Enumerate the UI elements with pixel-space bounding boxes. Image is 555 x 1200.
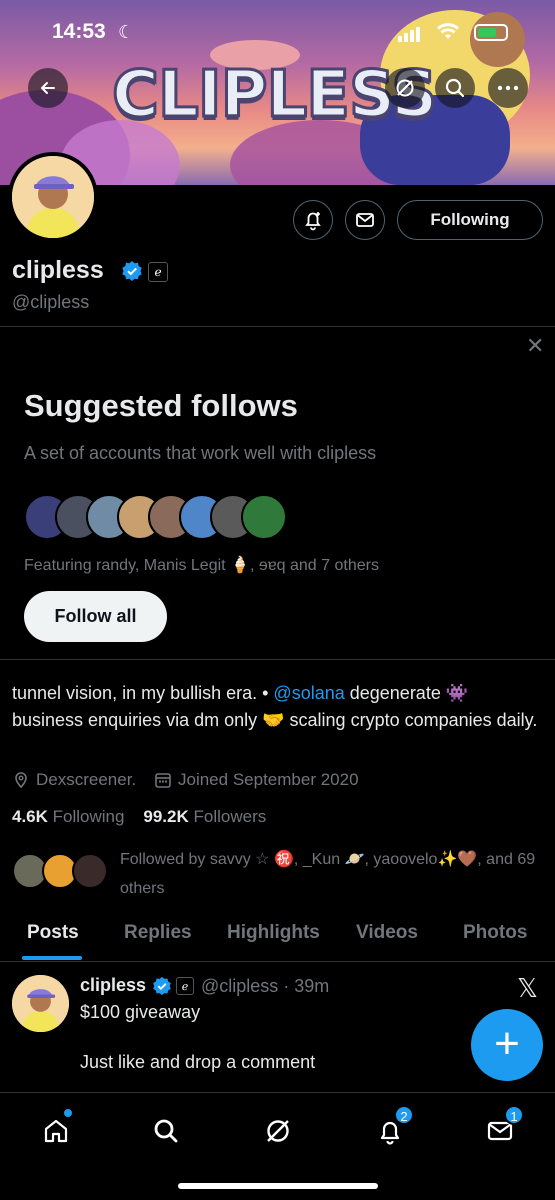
bell-plus-icon <box>305 212 321 231</box>
ellipsis-icon <box>497 85 519 91</box>
profile-handle: @clipless <box>12 292 90 312</box>
bio-text: tunnel vision, in my bullish era. • <box>12 683 274 703</box>
tab-photos[interactable]: Photos <box>463 922 527 944</box>
verified-badge-icon <box>121 260 143 287</box>
home-indicator <box>178 1183 378 1189</box>
nav-messages[interactable]: 1 <box>480 1105 524 1151</box>
home-unread-dot <box>63 1108 73 1118</box>
suggested-avatar <box>241 494 287 540</box>
arrow-left-icon <box>41 82 55 94</box>
divider <box>0 326 555 327</box>
active-tab-indicator <box>22 956 82 960</box>
nav-search[interactable] <box>146 1111 186 1151</box>
status-bar: 14:53 ☾ <box>0 0 555 60</box>
follow-all-button[interactable]: Follow all <box>24 591 167 642</box>
message-button[interactable] <box>345 200 385 240</box>
messages-badge: 1 <box>504 1105 524 1125</box>
divider <box>0 961 555 962</box>
tab-highlights[interactable]: Highlights <box>227 922 320 944</box>
location-pin-icon <box>15 772 27 789</box>
avatar <box>72 853 108 889</box>
profile-location: Dexscreener. <box>12 770 136 790</box>
affiliate-badge-icon[interactable]: ℯ <box>148 262 168 282</box>
profile-avatar[interactable] <box>8 152 98 242</box>
followed-by-text[interactable]: Followed by savvy ☆ ㊗️, _Kun 🪐, yaoovelo… <box>120 845 540 903</box>
nav-grok[interactable] <box>258 1111 298 1151</box>
nav-notifications[interactable]: 2 <box>370 1105 414 1151</box>
x-logo-icon: 𝕏 <box>517 974 538 1004</box>
calendar-icon <box>155 773 171 788</box>
following-label: Following <box>52 807 125 826</box>
notify-toggle-button[interactable] <box>293 200 333 240</box>
joined-text: Joined September 2020 <box>178 770 359 789</box>
post-meta: @clipless · 39m <box>201 976 330 996</box>
compose-post-button[interactable]: + <box>471 1009 543 1081</box>
post-author-name[interactable]: clipless <box>80 975 146 996</box>
suggested-featuring: Featuring randy, Manis Legit 🍦, ɘɐq and … <box>24 557 379 574</box>
post-text: $100 giveaway <box>80 1002 201 1022</box>
location-text: Dexscreener. <box>36 770 137 789</box>
search-icon <box>445 78 465 98</box>
verified-badge-icon <box>152 976 172 1001</box>
grok-button[interactable] <box>385 68 425 108</box>
bio-mention-link[interactable]: @solana <box>273 683 344 703</box>
followers-count-link[interactable]: 99.2K Followers <box>143 807 266 826</box>
tab-videos[interactable]: Videos <box>356 922 418 944</box>
affiliate-badge-icon: ℯ <box>176 977 194 995</box>
search-button[interactable] <box>435 68 475 108</box>
wifi-icon <box>436 22 460 45</box>
search-icon <box>154 1119 178 1143</box>
tab-posts[interactable]: Posts <box>27 922 79 944</box>
home-icon <box>44 1119 68 1143</box>
followers-label: Followers <box>193 807 267 826</box>
notifications-badge: 2 <box>394 1105 414 1125</box>
back-button[interactable] <box>28 68 68 108</box>
avatar-illustration <box>12 156 94 238</box>
followed-by-avatars[interactable] <box>12 853 112 893</box>
follow-counts: 4.6K Following 99.2K Followers <box>12 807 266 827</box>
grok-icon <box>396 79 414 97</box>
nav-home[interactable] <box>36 1108 76 1151</box>
following-button[interactable]: Following <box>397 200 543 240</box>
dismiss-suggestions-close-icon[interactable]: ✕ <box>526 335 544 357</box>
followers-count: 99.2K <box>143 807 189 826</box>
grok-icon <box>267 1120 289 1142</box>
status-time: 14:53 <box>52 20 106 43</box>
suggested-subtitle: A set of accounts that work well with cl… <box>24 443 377 463</box>
battery-icon <box>474 24 508 41</box>
following-count: 4.6K <box>12 807 48 826</box>
profile-joined: Joined September 2020 <box>154 770 359 790</box>
focus-moon-icon: ☾ <box>118 22 135 42</box>
profile-name: clipless <box>12 256 104 284</box>
following-count-link[interactable]: 4.6K Following <box>12 807 124 826</box>
envelope-icon <box>356 213 374 227</box>
tab-replies[interactable]: Replies <box>124 922 192 944</box>
suggested-title: Suggested follows <box>24 388 298 423</box>
cellular-signal-icon <box>398 24 422 42</box>
post-text: Just like and drop a comment <box>80 1052 316 1072</box>
divider <box>0 659 555 660</box>
more-button[interactable] <box>488 68 528 108</box>
post-avatar[interactable] <box>12 975 69 1032</box>
profile-bio: tunnel vision, in my bullish era. • @sol… <box>12 680 542 734</box>
avatar-illustration <box>12 975 69 1032</box>
